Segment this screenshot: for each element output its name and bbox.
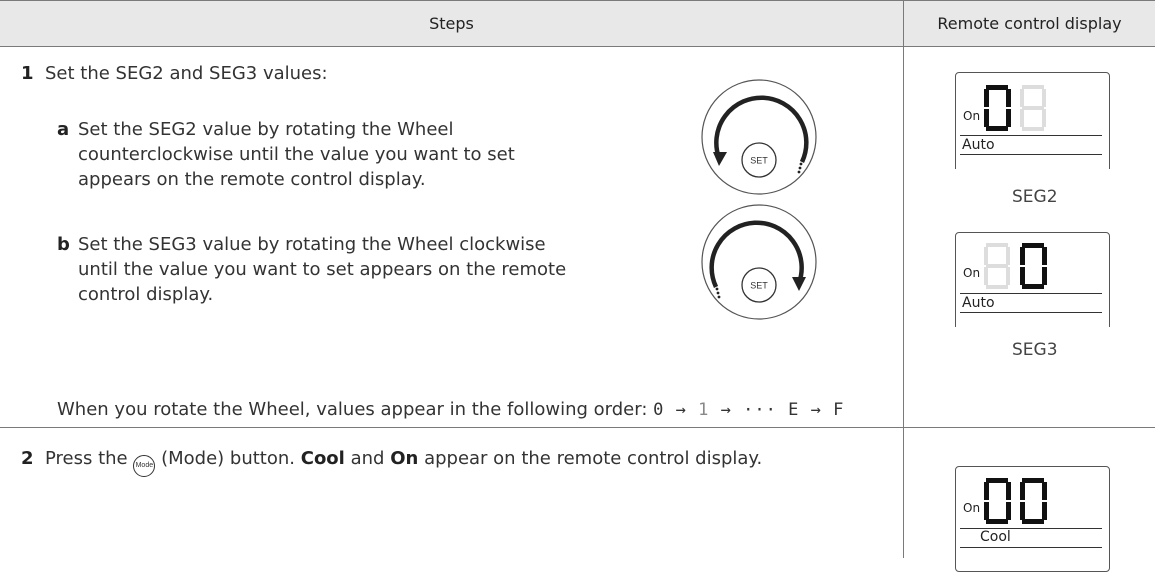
header-steps: Steps [0, 0, 903, 46]
column-divider [903, 0, 904, 558]
step1b-line1: Set the SEG3 value by rotating the Wheel… [78, 234, 546, 255]
display-on-label: On [963, 109, 981, 123]
step1a-letter: a [57, 117, 69, 142]
step1a-letter-text: a [57, 119, 70, 140]
order-ellipsis: ··· [743, 400, 777, 420]
display-seg2-caption: SEG2 [1012, 187, 1058, 207]
display-seg3: On Auto [954, 232, 1111, 339]
mode-button-label: Mode [135, 462, 154, 469]
row-divider [0, 427, 1155, 428]
display-mode-label: Auto [962, 137, 995, 153]
step2-bold-on: On [390, 448, 419, 469]
display-mode-rule-top [960, 528, 1102, 529]
display-mode-label: Auto [962, 295, 995, 311]
display-step2: On Cool [955, 466, 1110, 572]
mode-button-icon: Mode [133, 455, 156, 477]
step2-text: 2 Press the Mode (Mode) button. Cool and… [21, 446, 762, 477]
step2-before: Press the [44, 448, 128, 469]
header-display: Remote control display [904, 0, 1155, 46]
display-mode-rule-top [960, 293, 1102, 294]
step1a-line1: Set the SEG2 value by rotating the Wheel [78, 119, 454, 140]
step2-bold-cool: Cool [300, 448, 345, 469]
wheel-set-label: SET [750, 156, 768, 166]
step1b-letter: b [57, 232, 70, 257]
order-sequence: 0 → 1 → ··· E → F [653, 400, 844, 420]
display-mode-rule-bottom [960, 154, 1102, 155]
display-mode-label: Cool [980, 529, 1011, 545]
display-seg2: On Auto [954, 72, 1111, 179]
display-seg3-caption: SEG3 [1012, 340, 1058, 360]
display-mode-rule-top [960, 135, 1102, 136]
step1-title: 1 Set the SEG2 and SEG3 values: [21, 61, 328, 86]
seg-digits-icon [984, 478, 1047, 524]
step1b-letter-text: b [57, 234, 70, 255]
step2-number: 2 [21, 448, 34, 469]
order-value-0: 0 [653, 400, 665, 420]
header-display-label: Remote control display [937, 13, 1122, 33]
step2-after1: (Mode) button. [161, 448, 295, 469]
header-steps-label: Steps [429, 13, 474, 33]
display-on-label: On [963, 266, 981, 280]
wheel-counterclockwise-icon: SET [701, 79, 817, 195]
order-value-e: E [788, 400, 800, 420]
seg-digits-icon [984, 243, 1047, 289]
display-on-label: On [963, 501, 981, 515]
order-value-1: 1 [698, 400, 710, 420]
step1-text: Set the SEG2 and SEG3 values: [44, 63, 328, 84]
step1a-line2: counterclockwise until the value you wan… [78, 144, 515, 165]
arrow-right-icon: → [675, 400, 687, 420]
display-mode-rule-bottom [960, 312, 1102, 313]
display-cutout [954, 327, 1111, 339]
arrow-right-icon: → [720, 400, 732, 420]
arrow-right-icon: → [810, 400, 822, 420]
step1b-line2: until the value you want to set appears … [78, 259, 567, 280]
order-value-f: F [833, 400, 845, 420]
step2-after2: appear on the remote control display. [424, 448, 763, 469]
wheel-set-label: SET [750, 281, 768, 291]
seg-digits-icon [984, 85, 1046, 131]
wheel-clockwise-icon: SET [701, 204, 817, 320]
display-cutout [954, 169, 1111, 179]
step1-number: 1 [21, 63, 34, 84]
order-text-label: When you rotate the Wheel, values appear… [57, 399, 648, 420]
step1b-line3: control display. [78, 284, 214, 305]
step1a-line3: appears on the remote control display. [78, 169, 426, 190]
step2-and: and [350, 448, 385, 469]
header-bottom-border [0, 46, 1155, 47]
table-top-border [0, 0, 1155, 1]
display-mode-rule-bottom [960, 547, 1102, 548]
order-text: When you rotate the Wheel, values appear… [57, 397, 844, 423]
